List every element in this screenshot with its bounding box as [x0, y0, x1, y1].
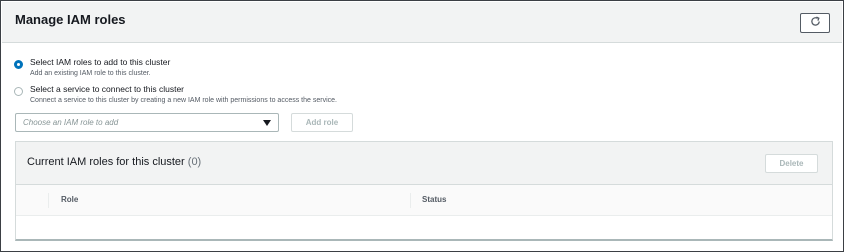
- radio-button[interactable]: [14, 87, 23, 96]
- radio-button-selected[interactable]: [14, 60, 23, 69]
- current-roles-header: Current IAM roles for this cluster (0) D…: [16, 142, 832, 185]
- add-role-button[interactable]: Add role: [291, 113, 353, 132]
- iam-role-select[interactable]: Choose an IAM role to add: [15, 113, 279, 132]
- option-label: Select a service to connect to this clus…: [30, 84, 185, 94]
- column-divider: [48, 193, 49, 208]
- panel-header: Manage IAM roles: [2, 2, 842, 43]
- current-roles-panel: Current IAM roles for this cluster (0) D…: [15, 141, 833, 241]
- option-description: Connect a service to this cluster by cre…: [30, 97, 337, 104]
- option-description: Add an existing IAM role to this cluster…: [30, 70, 151, 77]
- option-connect-service[interactable]: Select a service to connect to this clus…: [14, 84, 337, 106]
- option-label: Select IAM roles to add to this cluster: [30, 57, 171, 67]
- column-divider[interactable]: [410, 193, 411, 208]
- current-roles-title: Current IAM roles for this cluster (0): [27, 156, 201, 168]
- option-add-existing-role[interactable]: Select IAM roles to add to this cluster …: [14, 57, 170, 79]
- roles-table-header: Role Status: [16, 185, 832, 216]
- panel-title: Manage IAM roles: [15, 12, 126, 27]
- manage-iam-roles-panel: Manage IAM roles Select IAM roles to add…: [0, 0, 844, 252]
- refresh-button[interactable]: [800, 13, 830, 33]
- column-header-status[interactable]: Status: [422, 195, 446, 204]
- column-header-role[interactable]: Role: [61, 195, 78, 204]
- select-placeholder: Choose an IAM role to add: [23, 118, 119, 127]
- delete-button[interactable]: Delete: [765, 154, 818, 173]
- refresh-icon: [810, 14, 821, 32]
- current-roles-title-text: Current IAM roles for this cluster: [27, 156, 185, 168]
- current-roles-count: (0): [187, 156, 202, 168]
- caret-down-icon: [263, 120, 271, 126]
